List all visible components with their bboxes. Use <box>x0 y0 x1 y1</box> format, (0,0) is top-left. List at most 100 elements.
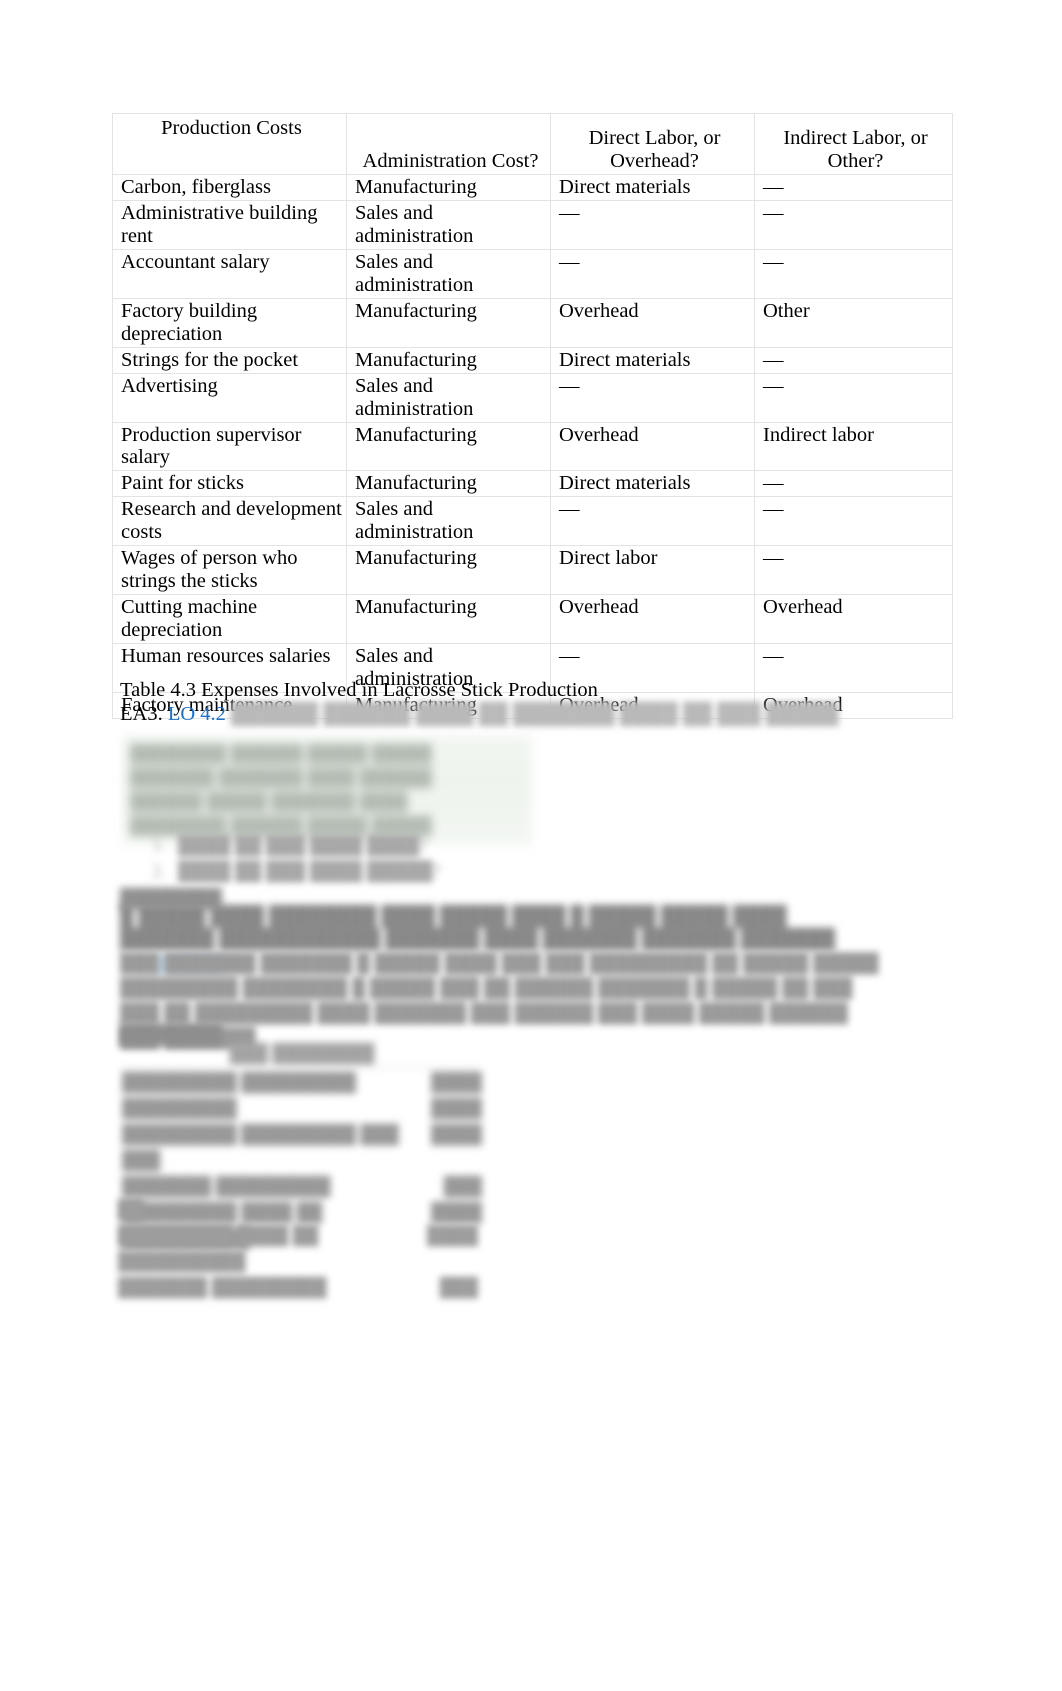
table-row: ███████ █████████ ███ <box>118 1274 478 1300</box>
table-row: Cutting machine depreciation Manufacturin… <box>112 594 953 645</box>
redacted-solution-paragraph-body: ███ ███████ ███████ █ █████ ████ ███ ███… <box>120 954 879 1049</box>
row-label: █████████ ████ ██ ██████████ <box>118 1225 319 1271</box>
cell-production-cost: Strings for the pocket <box>112 346 347 374</box>
exercise-prompt-redacted: ██████ ██████ ████ ██ ███████ ████ ██ ██… <box>231 703 839 725</box>
column-header-production-costs: Production Costs <box>112 113 347 175</box>
note-marker: ██ <box>118 1199 144 1219</box>
cell-production-cost: Administrative building rent <box>112 199 347 250</box>
cell-direct-labor-or-overhead: Direct labor <box>550 545 755 596</box>
table-row: █████████ ████ ██ ██████████ ████ <box>118 1222 478 1274</box>
table-row: Carbon, fiberglass Manufacturing Direct ma… <box>112 174 953 201</box>
cell-direct-labor-or-overhead: Direct materials <box>550 346 755 374</box>
table-header-row: Production Costs Administration Cost? Di… <box>112 113 953 175</box>
cell-indirect-labor-or-other: — <box>754 470 953 498</box>
cell-indirect-labor-or-other: — <box>754 346 953 374</box>
cell-indirect-labor-or-other: Indirect labor <box>754 421 953 472</box>
table-row: Accountant salary Sales and administratio… <box>112 248 953 299</box>
cell-direct-labor-or-overhead: Overhead <box>550 297 755 348</box>
cell-direct-labor-or-overhead: — <box>550 248 755 299</box>
cell-direct-labor-or-overhead: — <box>550 199 755 250</box>
cell-production-cost: Wages of person who strings the sticks <box>112 545 347 596</box>
redacted-bottom-table-header: ███ ████████ <box>229 1043 375 1063</box>
cell-production-cost: Production supervisor salary <box>112 421 347 472</box>
redacted-row: ██████ █████ ███████ ████ <box>130 792 408 811</box>
cell-direct-labor-or-overhead: Direct materials <box>550 174 755 201</box>
cell-indirect-labor-or-other: — <box>754 643 953 694</box>
cost-classification-table: Production Costs Administration Cost? Di… <box>112 113 953 719</box>
cell-administration-cost: Sales and administration <box>346 496 551 547</box>
cell-administration-cost: Manufacturing <box>346 297 551 348</box>
cell-direct-labor-or-overhead: — <box>550 372 755 423</box>
exercise-line: EA3. LO 4.2 ██████ ██████ ████ ██ ██████… <box>120 703 838 727</box>
table-row: █████████ ████ <box>118 1095 486 1121</box>
table-header: Production Costs Administration Cost? Di… <box>112 113 953 175</box>
cell-direct-labor-or-overhead: — <box>550 496 755 547</box>
exercise-id: EA3. <box>120 703 163 725</box>
cell-indirect-labor-or-other: — <box>754 199 953 250</box>
row-value: ████ <box>430 1072 482 1092</box>
cell-administration-cost: Manufacturing <box>346 470 551 498</box>
column-header-indirect-labor-other: Indirect Labor, or Other? <box>754 113 953 175</box>
redacted-data-table-rows: ████████ ██████ █████ █████ ███████ ████… <box>130 742 525 838</box>
cell-production-cost: Factory building depreciation <box>112 297 347 348</box>
cell-administration-cost: Manufacturing <box>346 174 551 201</box>
cell-indirect-labor-or-other: — <box>754 372 953 423</box>
table-row: Research and development costs Sales and … <box>112 496 953 547</box>
table-row: Strings for the pocket Manufacturing Direc… <box>112 346 953 374</box>
cell-production-cost: Advertising <box>112 372 347 423</box>
divider <box>122 1067 482 1068</box>
cell-indirect-labor-or-other: — <box>754 545 953 596</box>
redacted-solution-paragraph-bold: █ █████ ████ ████████ ████ █████ ████ █ … <box>120 906 836 950</box>
cell-production-cost: Research and development costs <box>112 496 347 547</box>
cell-administration-cost: Manufacturing <box>346 421 551 472</box>
cost-classification-table-container: Production Costs Administration Cost? Di… <box>112 113 953 719</box>
cell-production-cost: Accountant salary <box>112 248 347 299</box>
table-row: █████████ █████████ ███ ███ ████ <box>118 1121 486 1173</box>
row-value: ████ <box>430 1098 482 1118</box>
column-header-administration-cost: Administration Cost? <box>346 113 551 175</box>
list-item: 1. ████ ██ ███ ████ ████? <box>152 836 428 856</box>
cell-indirect-labor-or-other: Overhead <box>754 594 953 645</box>
row-value: ████ <box>430 1124 482 1144</box>
list-item-label: ████ ██ ███ ████ █████? <box>178 862 441 882</box>
cell-direct-labor-or-overhead: Overhead <box>550 594 755 645</box>
cell-direct-labor-or-overhead: Overhead <box>550 421 755 472</box>
row-value: ███ <box>439 1277 478 1297</box>
cell-administration-cost: Manufacturing <box>346 346 551 374</box>
cell-direct-labor-or-overhead: Direct materials <box>550 470 755 498</box>
table-row: Administrative building rent Sales and ad… <box>112 199 953 250</box>
table-caption: Table 4.3 Expenses Involved in Lacrosse … <box>120 679 598 701</box>
cell-indirect-labor-or-other: — <box>754 496 953 547</box>
cell-indirect-labor-or-other: — <box>754 174 953 201</box>
table-body: Carbon, fiberglass Manufacturing Direct ma… <box>112 174 953 719</box>
row-label: █████████ <box>122 1098 237 1118</box>
table-row: Paint for sticks Manufacturing Direct mate… <box>112 470 953 498</box>
cell-administration-cost: Manufacturing <box>346 545 551 596</box>
cell-production-cost: Carbon, fiberglass <box>112 174 347 201</box>
cell-administration-cost: Sales and administration <box>346 248 551 299</box>
redacted-row: ███████ ███████ ████ ██████ <box>130 768 432 787</box>
learning-objective-link[interactable]: LO 4.2 <box>168 703 226 725</box>
row-value: ████ <box>426 1225 478 1245</box>
cell-administration-cost: Sales and administration <box>346 199 551 250</box>
table-row: Wages of person who strings the sticks Ma… <box>112 545 953 596</box>
list-item: 2. ████ ██ ███ ████ █████? <box>152 862 441 882</box>
row-label: █████████ █████████ <box>122 1072 357 1092</box>
cell-production-cost: Cutting machine depreciation <box>112 594 347 645</box>
redacted-row: ████████ ██████ █████ █████ <box>130 744 432 763</box>
row-label: ███████ █████████ <box>118 1277 327 1297</box>
table-row: Production supervisor salary Manufacturin… <box>112 421 953 472</box>
table-row: Advertising Sales and administration — — <box>112 372 953 423</box>
cell-indirect-labor-or-other: — <box>754 248 953 299</box>
cell-administration-cost: Sales and administration <box>346 372 551 423</box>
table-row: Factory building depreciation Manufacturi… <box>112 297 953 348</box>
redacted-question-list: 1. ████ ██ ███ ████ ████? 2. ████ ██ ███ █… <box>152 833 582 885</box>
redacted-bottom-note: ██ █████████ ████ ██ ██████████ ████ ███… <box>118 1196 478 1300</box>
cell-indirect-labor-or-other: Other <box>754 297 953 348</box>
table-row: █████████ █████████ ████ <box>118 1069 486 1095</box>
cell-administration-cost: Manufacturing <box>346 594 551 645</box>
row-label: █████████ █████████ ███ ███ <box>122 1124 399 1170</box>
list-item-label: ████ ██ ███ ████ ████? <box>178 836 428 856</box>
column-header-direct-labor-overhead: Direct Labor, or Overhead? <box>550 113 755 175</box>
cell-production-cost: Paint for sticks <box>112 470 347 498</box>
